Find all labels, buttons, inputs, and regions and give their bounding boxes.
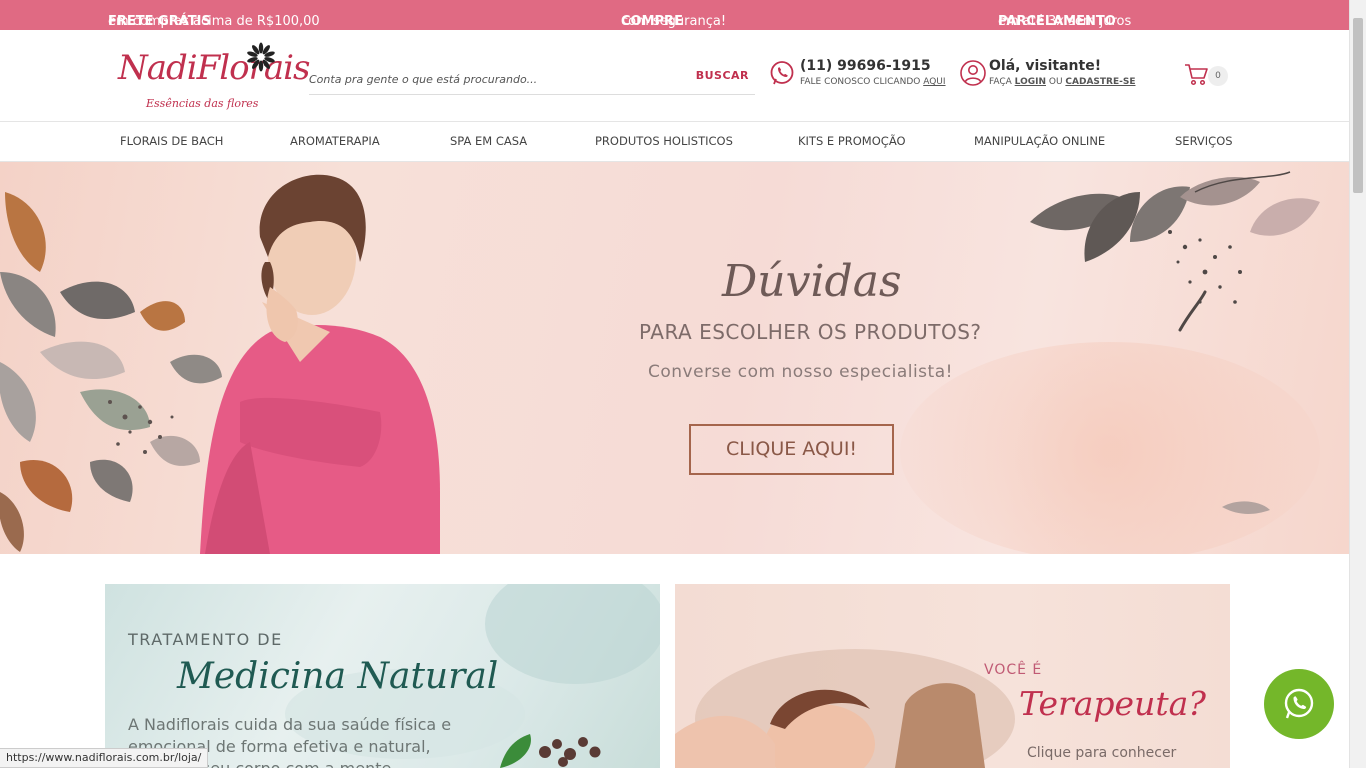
- hero-banner[interactable]: Dúvidas PARA ESCOLHER OS PRODUTOS? Conve…: [0, 162, 1349, 554]
- site-logo[interactable]: NadiFlorais Essências das flores: [118, 42, 310, 112]
- card-right-title: Terapeuta?: [1019, 684, 1206, 723]
- login-link[interactable]: LOGIN: [1015, 77, 1046, 87]
- cart-button[interactable]: 0: [1184, 63, 1230, 89]
- hero-illustration: [0, 171, 1320, 554]
- cart-icon[interactable]: [1184, 63, 1210, 87]
- contact-phone: (11) 99696-1915 FALE CONOSCO CLICANDO AQ…: [769, 58, 959, 98]
- page-scrollbar[interactable]: [1349, 0, 1366, 768]
- card-medicina-natural[interactable]: TRATAMENTO DE Medicina Natural A Nadiflo…: [105, 584, 660, 768]
- nav-item-servicos[interactable]: SERVIÇOS: [1175, 134, 1233, 148]
- account-subtext: FAÇA LOGIN OU CADASTRE-SE: [989, 77, 1136, 87]
- search-button[interactable]: BUSCAR: [696, 69, 749, 82]
- hero-cta-button[interactable]: CLIQUE AQUI!: [689, 424, 894, 475]
- card-massage-illustration: [675, 649, 1015, 768]
- register-link[interactable]: CADASTRE-SE: [1065, 77, 1135, 87]
- hero-title: Dúvidas: [722, 256, 902, 307]
- site-header: NadiFlorais Essências das flores BUSCAR: [0, 30, 1349, 121]
- user-icon[interactable]: [959, 59, 987, 87]
- whatsapp-float-button[interactable]: [1264, 669, 1334, 739]
- nav-item-kits-e-promocao[interactable]: KITS E PROMOÇÃO: [798, 134, 906, 148]
- main-nav: FLORAIS DE BACH AROMATERAPIA SPA EM CASA…: [0, 121, 1349, 162]
- leaf-decoration-right: [1030, 171, 1320, 514]
- browser-status-url: https://www.nadiflorais.com.br/loja/: [0, 748, 209, 768]
- woman-figure: [200, 174, 440, 554]
- promo-bar: FRETE GRÁTIS em compras acima de R$100,0…: [0, 0, 1349, 30]
- leaf-decoration-left: [0, 192, 222, 552]
- nav-item-produtos-holisticos[interactable]: PRODUTOS HOLISTICOS: [595, 134, 733, 148]
- card-right-kicker: VOCÊ É: [984, 662, 1043, 678]
- contact-subtext: FALE CONOSCO CLICANDO AQUI: [800, 77, 946, 87]
- account-area: Olá, visitante! FAÇA LOGIN OU CADASTRE-S…: [959, 58, 1159, 98]
- card-left-kicker: TRATAMENTO DE: [128, 630, 283, 649]
- hero-subtitle: PARA ESCOLHER OS PRODUTOS?: [639, 320, 982, 344]
- nav-item-manipulacao-online[interactable]: MANIPULAÇÃO ONLINE: [974, 134, 1105, 148]
- nav-item-spa-em-casa[interactable]: SPA EM CASA: [450, 134, 527, 148]
- nav-item-aromaterapia[interactable]: AROMATERAPIA: [290, 134, 380, 148]
- cart-count-badge: 0: [1208, 66, 1228, 86]
- logo-name: NadiFlorais: [118, 48, 310, 88]
- plant-decoration: [500, 734, 601, 768]
- whatsapp-icon[interactable]: [769, 60, 795, 86]
- search-input[interactable]: [309, 67, 689, 91]
- card-right-body: Clique para conhecer: [1027, 745, 1177, 761]
- flower-icon: [247, 42, 275, 72]
- phone-number: (11) 99696-1915: [800, 58, 931, 74]
- nav-item-florais-de-bach[interactable]: FLORAIS DE BACH: [120, 134, 223, 148]
- greeting: Olá, visitante!: [989, 58, 1102, 74]
- hero-tagline: Converse com nosso especialista!: [648, 362, 953, 382]
- contact-link[interactable]: AQUI: [923, 77, 945, 87]
- card-left-title: Medicina Natural: [177, 656, 499, 697]
- scrollbar-thumb[interactable]: [1353, 18, 1363, 193]
- card-terapeuta[interactable]: VOCÊ É Terapeuta? Clique para conhecer: [675, 584, 1230, 768]
- search-bar: BUSCAR: [309, 62, 755, 95]
- whatsapp-icon: [1284, 688, 1314, 719]
- logo-tagline: Essências das flores: [146, 97, 259, 110]
